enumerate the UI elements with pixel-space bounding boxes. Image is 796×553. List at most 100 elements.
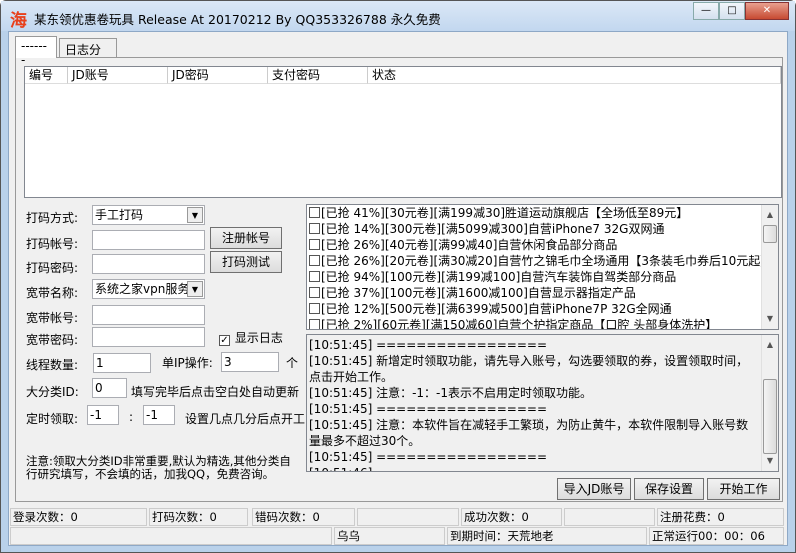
tab-log-analysis[interactable]: 日志分析 [59,38,117,74]
scroll-down-icon[interactable]: ▼ [762,311,778,327]
scroll-thumb[interactable] [763,225,777,243]
coupon-list-scrollbar[interactable]: ▲ ▼ [761,205,778,329]
coupon-list[interactable]: [已抢 41%][30元卷][满199减30]胜道运动旗舰店【全场低至89元】 [… [306,204,779,330]
coupon-text: [已抢 2%][60元卷][满150减60]自营个护指定商品【口腔 头部身体洗护… [321,318,718,330]
threads-input[interactable]: 1 [93,353,151,373]
note-text: 注意:领取大分类ID非常重要,默认为精选,其他分类自行研究填写，不会填的话，加我… [26,454,291,481]
tab-main[interactable]: ------- [15,36,57,67]
start-work-button[interactable]: 开始工作 [707,478,780,500]
timer-hint: 设置几点几分后点开工 [185,412,306,426]
timer-hour-input[interactable]: -1 [87,405,119,425]
category-label: 大分类ID: [26,385,79,399]
status-empty-3 [10,527,332,545]
column-header-status[interactable]: 状态 [368,67,781,84]
coupon-text: [已抢 26%][40元卷][满99减40]自营休闲食品部分商品 [321,238,618,252]
captcha-test-button[interactable]: 打码测试 [210,251,282,273]
captcha-password-input[interactable] [92,254,205,274]
scroll-up-icon[interactable]: ▲ [762,207,778,223]
broadband-name-label: 宽带名称: [26,286,79,300]
minimize-button[interactable]: — [693,2,719,20]
import-jd-account-button[interactable]: 导入JD账号 [557,478,631,500]
log-line: [10:51:45] 注意：本软件旨在减轻手工繁琐，为防止黄牛，本软件限制导入账… [309,418,749,448]
status-uptime: 正常运行00：00：06 [649,527,784,545]
checkbox-icon[interactable] [309,239,320,250]
column-header-id[interactable]: 编号 [25,67,68,84]
scroll-thumb[interactable] [763,379,777,454]
log-output[interactable]: [10:51:45] ================= [10:51:45] 新… [306,334,779,472]
column-header-jd-account[interactable]: JD账号 [68,67,168,84]
app-logo-icon: 海 [10,11,27,31]
checkbox-icon[interactable] [309,223,320,234]
broadband-password-label: 宽带密码: [26,333,79,347]
timer-separator: : [129,410,134,424]
status-success-count: 成功次数：0 [461,508,562,526]
maximize-button[interactable]: □ [719,2,745,20]
checkbox-icon[interactable] [309,255,320,266]
coupon-item[interactable]: [已抢 12%][500元卷][满6399减500]自营iPhone7P 32G… [307,301,778,317]
status-login-count: 登录次数：0 [10,508,147,526]
broadband-password-input[interactable] [92,327,205,347]
coupon-text: [已抢 14%][300元卷][满5099减300]自营iPhone7 32G双… [321,222,665,236]
coupon-text: [已抢 26%][20元卷][满30减20]自营竹之锦毛巾全场通用【3条装毛巾券… [321,254,773,268]
show-log-checkbox[interactable]: ✓ 显示日志 [219,329,283,346]
account-table[interactable]: 编号 JD账号 JD密码 支付密码 状态 [24,66,782,198]
coupon-item[interactable]: [已抢 2%][60元卷][满150减60]自营个护指定商品【口腔 头部身体洗护… [307,317,778,330]
coupon-item[interactable]: [已抢 37%][100元卷][满1600减100]自营显示器指定产品 [307,285,778,301]
coupon-item[interactable]: [已抢 14%][300元卷][满5099减300]自营iPhone7 32G双… [307,221,778,237]
status-empty-1 [357,508,459,526]
coupon-item[interactable]: [已抢 94%][100元卷][满199减100]自营汽车装饰自驾类部分商品 [307,269,778,285]
status-register-cost: 注册花费：0 [657,508,784,526]
scroll-down-icon[interactable]: ▼ [762,453,778,469]
coupon-item[interactable]: [已抢 41%][30元卷][满199减30]胜道运动旗舰店【全场低至89元】 [307,205,778,221]
title-bar: 海 某东领优惠卷玩具 Release At 20170212 By QQ3533… [1,1,795,31]
status-user: 乌乌 [334,527,445,545]
category-input[interactable]: 0 [92,378,127,398]
captcha-account-label: 打码帐号: [26,237,79,251]
broadband-account-label: 宽带帐号: [26,311,79,325]
column-header-pay-password[interactable]: 支付密码 [268,67,368,84]
log-line: [10:51:45] ================= [309,450,548,464]
per-ip-label: 单IP操作: [162,356,213,370]
scroll-up-icon[interactable]: ▲ [762,337,778,353]
coupon-item[interactable]: [已抢 26%][40元卷][满99减40]自营休闲食品部分商品 [307,237,778,253]
checkbox-checked-icon: ✓ [219,335,230,346]
status-expiry: 到期时间：天荒地老 [447,527,647,545]
show-log-label: 显示日志 [234,331,283,345]
broadband-name-value: 系统之家vpn服务 [95,282,190,296]
coupon-text: [已抢 37%][100元卷][满1600减100]自营显示器指定产品 [321,286,636,300]
broadband-account-input[interactable] [92,305,205,325]
captcha-method-label: 打码方式: [26,211,79,225]
save-settings-button[interactable]: 保存设置 [634,478,704,500]
close-button[interactable]: ✕ [745,2,789,20]
column-header-jd-password[interactable]: JD密码 [168,67,268,84]
log-line: [10:51:45] ================= [309,338,548,352]
status-error-count: 错码次数：0 [252,508,355,526]
log-line: [10:51:45] ================= [309,402,548,416]
checkbox-icon[interactable] [309,319,320,329]
broadband-name-select[interactable]: 系统之家vpn服务 ▼ [92,279,205,299]
per-ip-unit: 个 [286,356,299,370]
captcha-account-input[interactable] [92,230,205,250]
client-area: ------- 日志分析 编号 JD账号 JD密码 支付密码 状态 打码方式: … [8,31,788,546]
coupon-text: [已抢 94%][100元卷][满199减100]自营汽车装饰自驾类部分商品 [321,270,677,284]
captcha-password-label: 打码密码: [26,261,79,275]
checkbox-icon[interactable] [309,207,320,218]
register-account-button[interactable]: 注册帐号 [210,227,282,249]
log-line: [10:51:45] 注意：-1：-1表示不启用定时领取功能。 [309,386,593,400]
app-window: 海 某东领优惠卷玩具 Release At 20170212 By QQ3533… [0,0,796,553]
chevron-down-icon: ▼ [187,281,203,297]
coupon-text: [已抢 12%][500元卷][满6399减500]自营iPhone7P 32G… [321,302,672,316]
checkbox-icon[interactable] [309,303,320,314]
checkbox-icon[interactable] [309,287,320,298]
checkbox-icon[interactable] [309,271,320,282]
chevron-down-icon: ▼ [187,207,203,223]
log-scrollbar[interactable]: ▲ ▼ [761,335,778,471]
coupon-item[interactable]: [已抢 26%][20元卷][满30减20]自营竹之锦毛巾全场通用【3条装毛巾券… [307,253,778,269]
threads-label: 线程数量: [26,358,79,372]
captcha-method-select[interactable]: 手工打码 ▼ [92,205,205,225]
timer-minute-input[interactable]: -1 [143,405,175,425]
coupon-text: [已抢 41%][30元卷][满199减30]胜道运动旗舰店【全场低至89元】 [321,206,689,220]
log-line: [10:51:45] 新增定时领取功能，请先导入账号，勾选要领取的券，设置领取时… [309,354,749,384]
log-line: [10:51:46] [307,465,757,471]
per-ip-input[interactable]: 3 [221,352,279,372]
